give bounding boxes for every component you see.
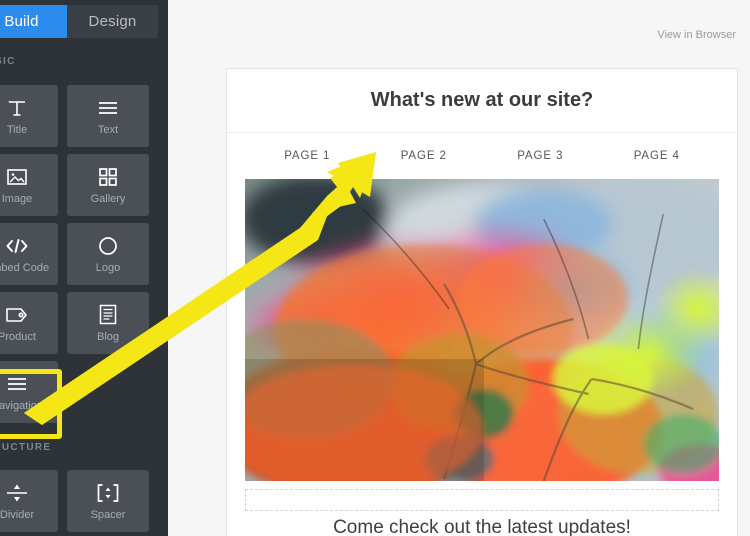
element-tile-divider[interactable]: Divider (0, 470, 58, 532)
element-tile-label: Image (1, 192, 33, 205)
hero-artwork (245, 179, 719, 481)
page-nav-item-1[interactable]: PAGE 1 (284, 150, 330, 162)
element-dropzone-placeholder[interactable] (245, 489, 719, 511)
sidebar-tabbar: Build Design (0, 5, 158, 38)
builder-sidebar: Build Design BASIC Title (0, 0, 168, 536)
element-tile-label: Navigation (0, 399, 43, 412)
element-tile-title[interactable]: Title (0, 85, 58, 147)
circle-logo-icon (96, 235, 120, 257)
title-icon (5, 97, 29, 119)
navigation-lines-icon (5, 373, 29, 395)
text-lines-icon (96, 97, 120, 119)
tile-row: Embed Code Logo (0, 223, 168, 292)
tile-row: Title Text (0, 85, 168, 154)
element-tile-embed-code[interactable]: Embed Code (0, 223, 58, 285)
site-canvas: View in Browser What's new at our site? … (168, 0, 750, 536)
element-tile-gallery[interactable]: Gallery (67, 154, 149, 216)
element-tile-label: Blog (96, 330, 120, 343)
blog-document-icon (96, 304, 120, 326)
page-nav-item-2[interactable]: PAGE 2 (401, 150, 447, 162)
element-tile-image[interactable]: Image (0, 154, 58, 216)
tab-build[interactable]: Build (0, 5, 67, 38)
tile-row: Image Gallery (0, 154, 168, 223)
element-tile-label: Logo (95, 261, 121, 274)
gallery-grid-icon (96, 166, 120, 188)
element-tile-label: Title (6, 123, 28, 136)
structure-tile-grid: Divider Spacer (0, 470, 168, 536)
tile-row: Divider Spacer (0, 470, 168, 536)
tab-design[interactable]: Design (67, 5, 158, 38)
divider-icon (5, 482, 29, 504)
tab-build-label: Build (4, 13, 39, 30)
element-tile-logo[interactable]: Logo (67, 223, 149, 285)
page-nav-item-3[interactable]: PAGE 3 (517, 150, 563, 162)
spacer-icon (96, 482, 120, 504)
hero-image[interactable] (245, 179, 719, 481)
tile-row: Navigation (0, 361, 168, 430)
element-tile-label: Spacer (90, 508, 126, 521)
tab-design-label: Design (88, 13, 137, 30)
page-nav-item-4[interactable]: PAGE 4 (634, 150, 680, 162)
element-tile-grid: Title Text Image Gallery bed Code Logo P… (0, 85, 168, 430)
section-header-basic: BASIC (0, 56, 16, 67)
code-brackets-icon (5, 235, 29, 257)
view-in-browser-link[interactable]: View in Browser (657, 29, 736, 41)
element-tile-label: Divider (0, 508, 35, 521)
hero-image-wrap (227, 179, 737, 481)
image-icon (5, 166, 29, 188)
page-tagline: Come check out the latest updates! (333, 517, 631, 536)
element-tile-product[interactable]: Product (0, 292, 58, 354)
section-header-structure: STRUCTURE (0, 442, 52, 453)
element-tile-navigation[interactable]: Navigation (0, 361, 58, 423)
element-tile-blog[interactable]: Blog (67, 292, 149, 354)
app-root: Build Design BASIC Title (0, 0, 750, 536)
element-tile-spacer[interactable]: Spacer (67, 470, 149, 532)
tag-product-icon (5, 304, 29, 326)
page-navigation-bar: PAGE 1 PAGE 2 PAGE 3 PAGE 4 (227, 133, 737, 179)
element-tile-text[interactable]: Text (67, 85, 149, 147)
element-tile-label: Text (97, 123, 119, 136)
element-tile-label: Product (0, 330, 36, 343)
site-title: What's new at our site? (227, 69, 737, 133)
tile-row: Product Blog (0, 292, 168, 361)
element-tile-label: Gallery (90, 192, 126, 205)
page-preview-card: What's new at our site? PAGE 1 PAGE 2 PA… (226, 68, 738, 536)
element-tile-label: Embed Code (0, 261, 50, 274)
